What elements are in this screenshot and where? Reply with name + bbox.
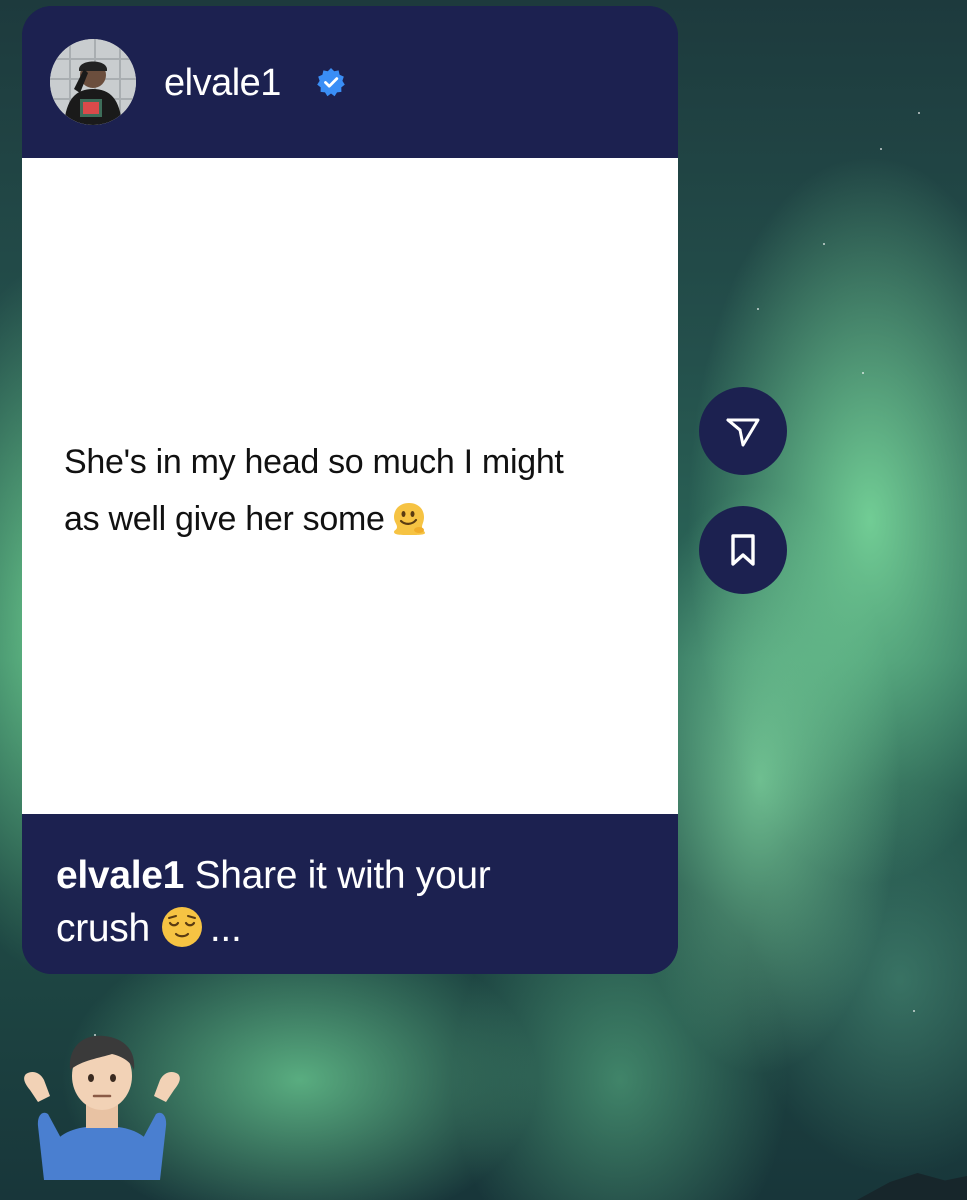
caption-more[interactable]: ... [210,907,242,950]
relieved-face-emoji-icon [160,905,204,963]
star [862,372,864,374]
post-text-line: She's in my head so much I might [64,443,564,481]
save-button[interactable] [699,506,787,594]
post-card[interactable]: elvale1 She's in my head so much I might… [22,6,678,974]
star [918,112,920,114]
caption-username[interactable]: elvale1 [56,854,184,897]
bookmark-icon [731,534,755,566]
caption-text: Share it with your [194,854,491,897]
verified-badge-icon [317,68,345,97]
send-button[interactable] [699,387,787,475]
post-author-username[interactable]: elvale1 [164,60,281,106]
post-text: She's in my head so much I might as well… [64,434,654,554]
star [913,1010,915,1012]
star [880,148,882,150]
mountain-silhouette [857,1173,967,1200]
star [757,308,759,310]
post-content[interactable]: She's in my head so much I might as well… [22,158,678,814]
post-text-line: as well give her some [64,500,385,538]
melting-face-emoji-icon [391,497,427,554]
post-caption: elvale1 Share it with your crush ... [56,849,616,963]
star [823,243,825,245]
post-caption-area: elvale1 Share it with your crush ... [22,814,678,974]
post-header: elvale1 [22,6,678,158]
avatar[interactable] [50,39,136,125]
caption-text: crush [56,907,150,950]
profile-photo [50,39,136,125]
paper-plane-icon [726,418,760,447]
person-shrugging-emoji-icon [22,1030,182,1180]
